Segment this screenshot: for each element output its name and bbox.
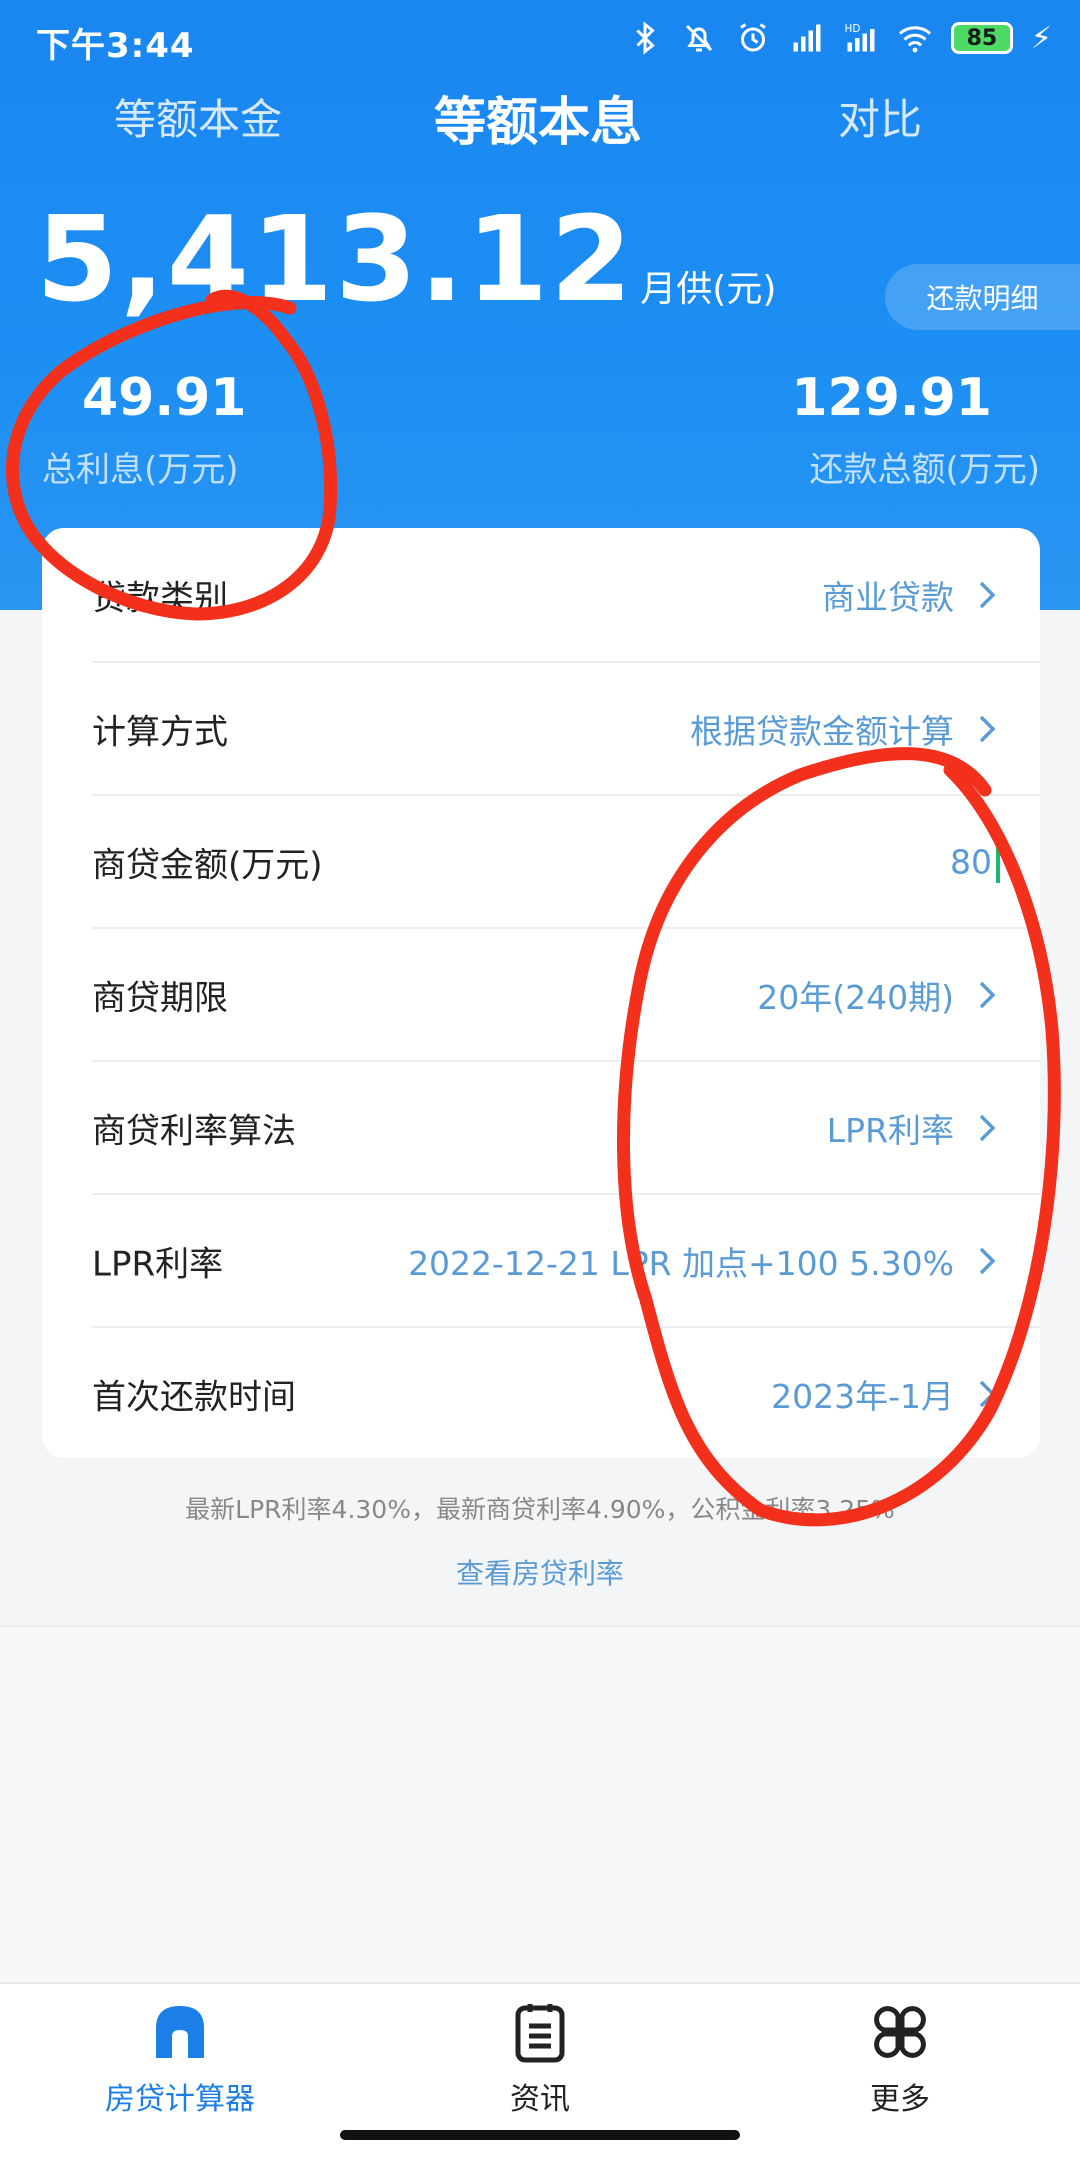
chevron-right-icon (974, 577, 1000, 613)
chevron-right-icon (974, 977, 1000, 1013)
total-interest-label: 总利息(万元) (42, 450, 239, 490)
empty-area (0, 1627, 1080, 1982)
news-icon (506, 1998, 574, 2066)
hd-signal-icon: HD (843, 18, 879, 58)
charging-icon: ⚡ (1030, 20, 1052, 56)
monthly-payment-value: 5,413.12 (36, 190, 635, 328)
battery-icon: 85 (950, 22, 1013, 54)
nav-more[interactable]: 更多 (790, 1998, 1010, 2118)
row-value: 根据贷款金额计算 (690, 711, 954, 751)
nav-mortgage-calculator[interactable]: 房贷计算器 (70, 1998, 290, 2118)
signal-icon (789, 18, 825, 58)
row-label: 商贷利率算法 (92, 1111, 296, 1151)
summary-header: 下午3:44 HD 85 ⚡ 等额本金 等额本息 对比 5,413.12 月供(… (0, 0, 1080, 610)
chevron-right-icon (974, 1376, 1000, 1412)
svg-text:HD: HD (844, 23, 860, 35)
status-bar: 下午3:44 HD 85 ⚡ (0, 0, 1080, 80)
monthly-payment-unit: 月供(元) (640, 269, 777, 310)
row-loan-amount[interactable]: 商贷金额(万元) 80 (92, 794, 1040, 927)
row-value: 2023年-1月 (771, 1376, 954, 1416)
status-icons: HD 85 ⚡ (627, 18, 1052, 58)
total-repayment-value: 129.91 (791, 368, 992, 428)
row-label: 首次还款时间 (92, 1377, 296, 1417)
chevron-right-icon (974, 1110, 1000, 1146)
bluetooth-icon (627, 18, 663, 58)
row-loan-type[interactable]: 贷款类别 商业贷款 (92, 528, 1040, 661)
row-calc-method[interactable]: 计算方式 根据贷款金额计算 (92, 661, 1040, 794)
repayment-detail-button[interactable]: 还款明细 (885, 264, 1080, 330)
chevron-right-icon (974, 711, 1000, 747)
row-value: 20年(240期) (757, 977, 954, 1017)
alarm-icon (735, 18, 771, 58)
row-label: 商贷期限 (92, 978, 228, 1018)
wifi-icon (897, 18, 933, 58)
app-screen: 下午3:44 HD 85 ⚡ 等额本金 等额本息 对比 5,413.12 月供(… (0, 0, 1080, 2160)
tab-compare[interactable]: 对比 (838, 86, 922, 147)
row-value: 商业贷款 (822, 577, 954, 617)
total-repayment: 129.91 还款总额(万元) (791, 368, 1040, 491)
mute-icon (681, 18, 717, 58)
total-interest: 49.91 总利息(万元) (42, 368, 246, 491)
chevron-right-icon (974, 1243, 1000, 1279)
grid-icon (866, 1998, 934, 2066)
nav-news[interactable]: 资讯 (430, 1998, 650, 2118)
row-value: 2022-12-21 LPR 加点+100 5.30% (408, 1243, 954, 1283)
home-indicator[interactable] (340, 2130, 740, 2140)
total-repayment-label: 还款总额(万元) (809, 450, 1040, 490)
view-rates-link[interactable]: 查看房贷利率 (0, 1552, 1080, 1592)
nav-label: 更多 (870, 2082, 930, 2117)
monthly-payment: 5,413.12 月供(元) (36, 200, 776, 318)
row-loan-term[interactable]: 商贷期限 20年(240期) (92, 927, 1040, 1060)
house-icon (146, 1998, 214, 2066)
text-cursor (996, 840, 1000, 883)
row-label: 计算方式 (92, 712, 228, 752)
tab-bar: 等额本金 等额本息 对比 (0, 86, 1080, 166)
loan-form-card: 贷款类别 商业贷款 计算方式 根据贷款金额计算 商贷金额(万元) 80 商贷期限… (42, 528, 1040, 1458)
row-value: LPR利率 (826, 1110, 954, 1150)
nav-label: 房贷计算器 (105, 2082, 255, 2117)
row-label: 商贷金额(万元) (92, 845, 323, 885)
row-label: 贷款类别 (92, 578, 228, 618)
rate-footnote: 最新LPR利率4.30%，最新商贷利率4.90%，公积金利率3.25% (185, 1495, 895, 1524)
row-rate-method[interactable]: 商贷利率算法 LPR利率 (92, 1060, 1040, 1193)
loan-amount-input[interactable]: 80 (950, 842, 992, 881)
status-time: 下午3:44 (36, 26, 195, 66)
row-label: LPR利率 (92, 1244, 224, 1284)
row-first-payment[interactable]: 首次还款时间 2023年-1月 (92, 1326, 1040, 1459)
tab-equal-principal[interactable]: 等额本金 (114, 86, 282, 147)
row-lpr-rate[interactable]: LPR利率 2022-12-21 LPR 加点+100 5.30% (92, 1193, 1040, 1326)
tab-equal-installment[interactable]: 等额本息 (434, 80, 642, 155)
nav-label: 资讯 (510, 2082, 570, 2117)
total-interest-value: 49.91 (82, 368, 247, 428)
